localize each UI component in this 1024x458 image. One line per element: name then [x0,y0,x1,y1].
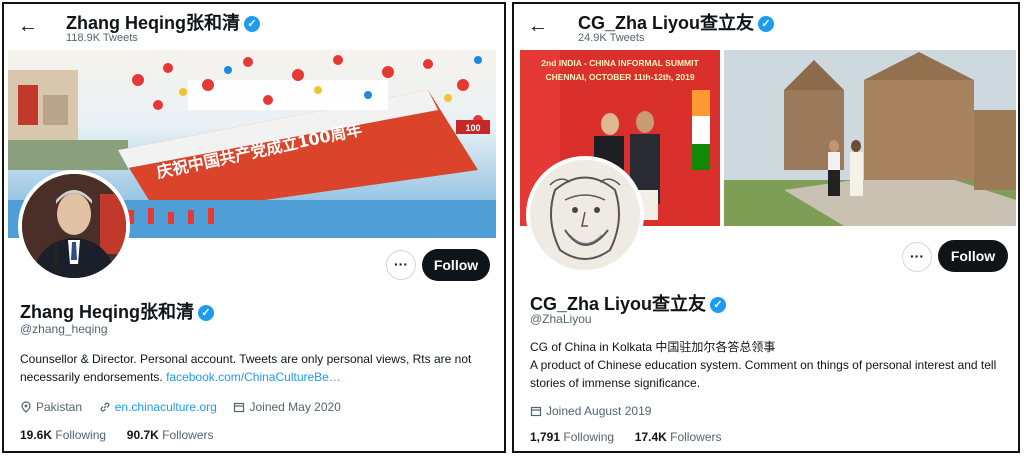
calendar-icon [530,406,542,417]
profile-header-bar: ← CG_Zha Liyou查立友 ✓ 24.9K Tweets [514,4,1018,48]
followers-label: Followers [670,430,722,444]
avatar-sketch [530,160,640,270]
profile-avatar[interactable] [18,170,130,282]
website-link[interactable]: en.chinaculture.org [115,400,217,414]
profile-panel-zhang-heqing: ← Zhang Heqing张和清 ✓ 118.9K Tweets 100 庆祝… [2,2,506,453]
profile-display-name: Zhang Heqing张和清 ✓ [20,298,214,324]
followers-count: 90.7K [126,428,159,442]
bio-link[interactable]: facebook.com/ChinaCultureBe… [166,370,341,384]
link-icon [100,402,110,412]
bio-text-line2: A product of Chinese education system. C… [530,358,997,390]
profile-meta-row: Joined August 2019 [530,404,651,418]
followers-count: 17.4K [634,430,667,444]
more-options-button[interactable]: ··· [386,250,416,280]
profile-handle: @zhang_heqing [20,322,108,336]
profile-stats: 1,791 Following 17.4K Followers [530,430,722,444]
calendar-icon [234,402,245,413]
following-label: Following [55,428,107,442]
joined-date: Joined May 2020 [249,400,341,414]
follow-button[interactable]: Follow [422,249,490,281]
following-count: 1,791 [530,430,561,444]
profile-header-bar: ← Zhang Heqing张和清 ✓ 118.9K Tweets [4,4,504,48]
display-name-text: Zhang Heqing张和清 [20,302,194,322]
joined-date: Joined August 2019 [546,404,652,418]
tweet-count: 24.9K Tweets [578,32,645,44]
back-arrow-icon[interactable]: ← [528,16,550,36]
more-options-icon: ··· [394,256,408,272]
profile-meta-row: Pakistan en.chinaculture.org Joined May … [20,400,341,414]
verified-badge-icon: ✓ [758,16,775,33]
temple-photo [724,50,1016,226]
follow-button[interactable]: Follow [938,240,1008,272]
display-name-text: CG_Zha Liyou查立友 [530,294,707,314]
bio-text-line1: CG of China in Kolkata 中国驻加尔各答总领事 [530,340,776,354]
banner-badge-text: 100 [465,123,480,133]
profile-stats: 19.6K Following 90.7K Followers [20,428,214,442]
profile-panel-zha-liyou: ← CG_Zha Liyou查立友 ✓ 24.9K Tweets 2nd INDI… [512,2,1020,453]
location-pin-icon [21,401,31,413]
profile-banner-image-right[interactable] [724,50,1016,226]
profile-handle: @ZhaLiyou [530,312,592,326]
header-name-text: Zhang Heqing张和清 [66,13,240,33]
verified-badge-icon: ✓ [244,16,260,33]
tweet-count: 118.9K Tweets [66,32,138,44]
header-name-text: CG_Zha Liyou查立友 [578,13,755,33]
followers-link[interactable]: 17.4K Followers [635,430,722,444]
more-options-button[interactable]: ··· [902,242,932,272]
avatar-photo [22,174,126,278]
following-link[interactable]: 19.6K Following [20,428,106,442]
following-link[interactable]: 1,791 Following [530,430,614,444]
followers-link[interactable]: 90.7K Followers [127,428,214,442]
following-count: 19.6K [20,428,53,442]
following-label: Following [563,430,615,444]
back-arrow-icon[interactable]: ← [18,16,40,36]
profile-bio: CG of China in Kolkata 中国驻加尔各答总领事 A prod… [530,338,1000,392]
location-text: Pakistan [36,400,83,414]
profile-bio: Counsellor & Director. Personal account.… [20,350,486,386]
verified-badge-icon: ✓ [710,297,727,314]
more-options-icon: ··· [910,248,924,264]
verified-badge-icon: ✓ [198,305,214,322]
followers-label: Followers [162,428,214,442]
summit-banner-line2: CHENNAI, OCTOBER 11th-12th, 2019 [545,72,694,82]
summit-banner-line1: 2nd INDIA - CHINA INFORMAL SUMMIT [541,58,699,68]
profile-avatar[interactable] [526,156,644,274]
